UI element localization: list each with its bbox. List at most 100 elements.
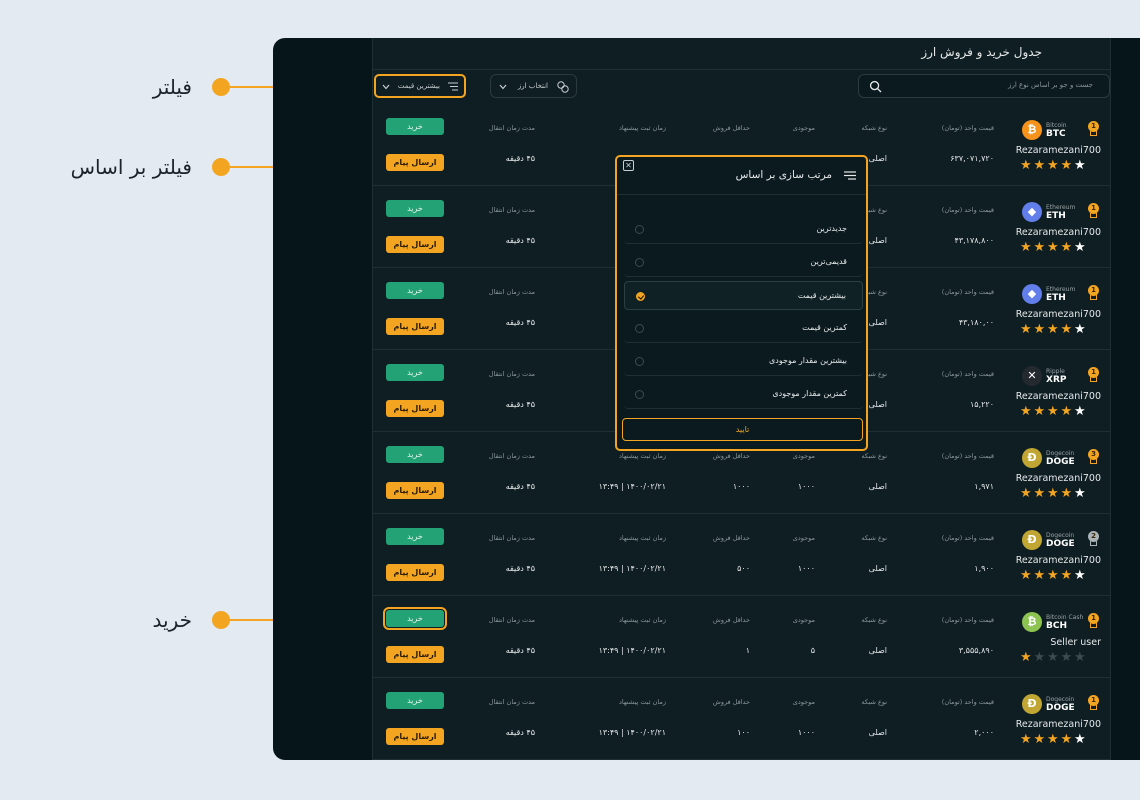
toolbar: جست و جو بر اساس نوع ارز انتخاب ارز بیشت… <box>373 74 1110 104</box>
star-icon: ★ <box>1060 158 1073 173</box>
column-header: نوع شبکه <box>861 534 887 542</box>
buy-button[interactable]: خرید <box>386 446 444 463</box>
star-icon: ★ <box>1060 650 1073 665</box>
send-message-button[interactable]: ارسال پیام <box>386 400 444 417</box>
coin-glyph: Ð <box>1027 533 1037 546</box>
sort-option[interactable]: بیشترین مقدار موجودی <box>624 347 863 376</box>
column-header: حداقل فروش <box>712 452 750 460</box>
star-icon: ★ <box>1047 568 1059 583</box>
sort-option[interactable]: جدیدترین <box>624 215 863 244</box>
star-icon: ★ <box>1047 158 1059 173</box>
medal-ribbon <box>1090 131 1097 136</box>
send-message-button[interactable]: ارسال پیام <box>386 236 444 253</box>
table-row: Ð Dogecoin DOGE 2 Rezaramezani700 ★ ★ ★ ★ ★ قیمت و… <box>373 514 1110 596</box>
radio-icon <box>636 292 645 301</box>
send-message-button[interactable]: ارسال پیام <box>386 728 444 745</box>
star-icon: ★ <box>1047 240 1059 255</box>
send-message-button[interactable]: ارسال پیام <box>386 482 444 499</box>
sort-option[interactable]: کمترین مقدار موجودی <box>624 380 863 409</box>
sort-modal-title: مرتب سازی بر اساس <box>735 169 832 181</box>
coin-logo-icon: Ð <box>1022 530 1042 550</box>
cell-min-sale: ۱ <box>745 646 750 655</box>
cell-offer-time: ۱۴۰۰/۰۲/۲۱ | ۱۳:۴۹ <box>598 564 666 573</box>
buy-button[interactable]: خرید <box>386 200 444 217</box>
column-header: قیمت واحد (تومان) <box>941 698 994 706</box>
send-message-button[interactable]: ارسال پیام <box>386 564 444 581</box>
seller-username: Seller user <box>1050 637 1101 648</box>
column-header: زمان ثبت پیشنهاد <box>618 452 666 460</box>
column-header: موجودی <box>792 698 815 706</box>
sort-option-label: بیشترین قیمت <box>797 291 846 300</box>
column-header: مدت زمان انتقال <box>488 698 535 706</box>
column-header: نوع شبکه <box>861 124 887 132</box>
coin-symbol: DOGE <box>1046 539 1075 549</box>
star-icon: ★ <box>1020 650 1032 665</box>
star-icon: ★ <box>1033 322 1046 337</box>
star-icon: ★ <box>1060 568 1073 583</box>
annotation-filter-by-label: فیلتر بر اساس <box>70 155 192 179</box>
search-input[interactable]: جست و جو بر اساس نوع ارز <box>858 74 1110 98</box>
star-icon: ★ <box>1060 732 1073 747</box>
close-icon: ✕ <box>625 161 632 170</box>
column-header: موجودی <box>792 534 815 542</box>
column-header: قیمت واحد (تومان) <box>941 452 994 460</box>
sort-option[interactable]: قدیمی‌ترین <box>624 248 863 277</box>
star-icon: ★ <box>1033 158 1046 173</box>
star-icon: ★ <box>1033 486 1046 501</box>
star-icon: ★ <box>1047 322 1059 337</box>
buy-button[interactable]: خرید <box>386 364 444 381</box>
rating-stars: ★ ★ ★ ★ ★ <box>1020 404 1086 419</box>
coin-name: Ripple <box>1046 368 1065 375</box>
column-header: زمان ثبت پیشنهاد <box>618 124 666 132</box>
annotation-filter-label: فیلتر <box>152 75 192 99</box>
cell-network: اصلی <box>868 236 887 245</box>
star-icon: ★ <box>1074 158 1086 173</box>
star-icon: ★ <box>1074 568 1086 583</box>
cell-transfer: ۴۵ دقیقه <box>505 318 535 327</box>
buy-button[interactable]: خرید <box>386 282 444 299</box>
medal-ribbon <box>1090 541 1097 546</box>
rating-stars: ★ ★ ★ ★ ★ <box>1020 486 1086 501</box>
cell-price: ۲,۰۰۰ <box>974 728 994 737</box>
chevron-down-icon <box>499 84 507 90</box>
send-message-button[interactable]: ارسال پیام <box>386 154 444 171</box>
column-header: موجودی <box>792 124 815 132</box>
title-bar: جدول خرید و فروش ارز <box>373 38 1110 70</box>
cell-price: ۴۳,۱۷۸,۸۰۰ <box>954 236 994 245</box>
column-header: قیمت واحد (تومان) <box>941 124 994 132</box>
cell-min-sale: ۱۰۰ <box>737 728 750 737</box>
column-header: زمان ثبت پیشنهاد <box>618 534 666 542</box>
coin-logo-icon: ₿ <box>1022 120 1042 140</box>
cell-network: اصلی <box>868 154 887 163</box>
medal-ribbon <box>1090 459 1097 464</box>
buy-button[interactable]: خرید <box>386 528 444 545</box>
coin-logo-icon: ◆ <box>1022 202 1042 222</box>
coin-logo-icon: Ð <box>1022 694 1042 714</box>
star-icon: ★ <box>1020 240 1032 255</box>
confirm-button[interactable]: تایید <box>622 418 863 441</box>
cell-transfer: ۴۵ دقیقه <box>505 646 535 655</box>
send-message-button[interactable]: ارسال پیام <box>386 318 444 335</box>
cell-price: ۳,۵۵۵,۸۹۰ <box>958 646 994 655</box>
cell-transfer: ۴۵ دقیقه <box>505 728 535 737</box>
radio-icon <box>635 225 644 234</box>
buy-button[interactable]: خرید <box>386 118 444 135</box>
seller-username: Rezaramezani700 <box>1015 309 1101 320</box>
sort-option[interactable]: بیشترین قیمت <box>624 281 863 310</box>
buy-button[interactable]: خرید <box>383 607 447 630</box>
currency-select[interactable]: انتخاب ارز <box>490 74 577 98</box>
star-icon: ★ <box>1074 650 1086 665</box>
coin-name: Dogecoin <box>1046 696 1075 703</box>
close-button[interactable]: ✕ <box>623 160 634 171</box>
seller-username: Rezaramezani700 <box>1015 473 1101 484</box>
star-icon: ★ <box>1047 404 1059 419</box>
send-message-button[interactable]: ارسال پیام <box>386 646 444 663</box>
coin-name: Bitcoin Cash <box>1046 614 1084 621</box>
filter-select[interactable]: بیشترین قیمت <box>374 74 466 98</box>
buy-button[interactable]: خرید <box>386 692 444 709</box>
column-header: حداقل فروش <box>712 616 750 624</box>
column-header: قیمت واحد (تومان) <box>941 616 994 624</box>
sort-option[interactable]: کمترین قیمت <box>624 314 863 343</box>
star-icon: ★ <box>1047 650 1059 665</box>
filter-select-label: بیشترین قیمت <box>397 82 440 90</box>
